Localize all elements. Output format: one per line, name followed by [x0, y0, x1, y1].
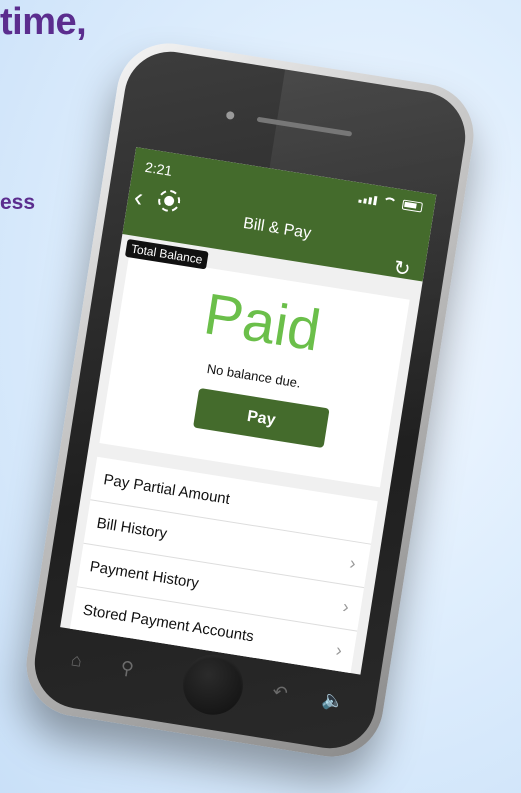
- home-icon[interactable]: ⌂: [70, 649, 84, 671]
- wifi-icon: [382, 196, 397, 208]
- balance-card: Paid No balance due. Pay: [99, 255, 410, 488]
- status-time: 2:21: [143, 158, 174, 179]
- battery-icon: [401, 199, 424, 213]
- home-button[interactable]: [178, 650, 248, 720]
- front-camera: [225, 110, 235, 120]
- status-icons: [358, 193, 424, 213]
- back-icon[interactable]: ↶: [271, 681, 289, 704]
- menu-item-label: Pay Partial Amount: [102, 471, 232, 508]
- menu-item-label: Bill History: [95, 514, 169, 543]
- pay-button[interactable]: Pay: [193, 387, 330, 449]
- phone-device: 2:21 ‹ Bill & Pay ↻ Total Balance Paid N…: [19, 36, 481, 764]
- search-icon[interactable]: ⚲: [119, 657, 135, 680]
- volume-icon[interactable]: 🔈: [320, 689, 346, 713]
- chevron-right-icon: ›: [348, 552, 358, 574]
- chevron-right-icon: ›: [341, 596, 351, 617]
- menu-item-label: Payment History: [88, 558, 201, 593]
- phone-body: 2:21 ‹ Bill & Pay ↻ Total Balance Paid N…: [28, 45, 472, 755]
- promo-headline: time,: [0, 1, 87, 43]
- promo-subtext: ess: [0, 191, 36, 214]
- refresh-icon[interactable]: ↻: [392, 255, 412, 282]
- signal-icon: [358, 193, 378, 205]
